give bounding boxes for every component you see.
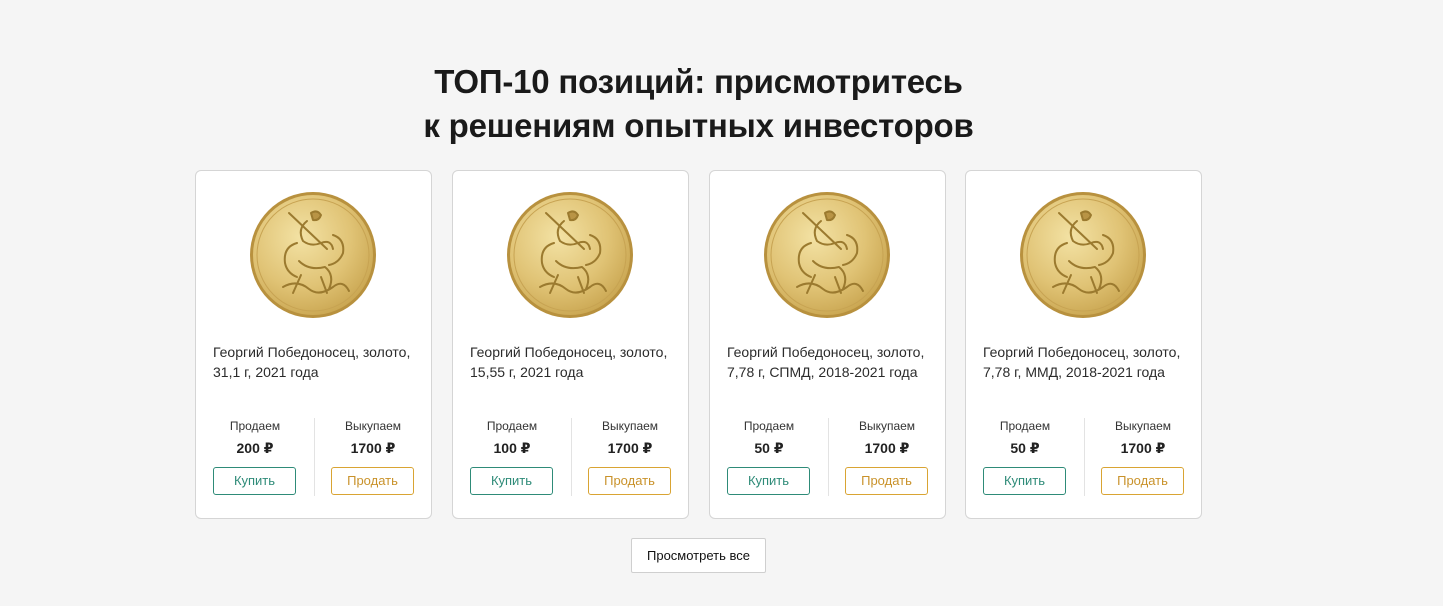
sell-price-label: Продаем [229, 419, 281, 433]
product-name[interactable]: Георгий Победоносец, золото, 7,78 г, СПМ… [727, 343, 932, 382]
buyback-price-value: 1700 ₽ [864, 440, 910, 456]
sell-price-label: Продаем [743, 419, 795, 433]
sell-price-label: Продаем [999, 419, 1051, 433]
sell-button[interactable]: Продать [588, 467, 671, 495]
gold-coin-icon[interactable] [1019, 191, 1147, 319]
sell-price-value: 50 ₽ [754, 440, 784, 456]
buyback-price-block: Выкупаем 1700 ₽ [314, 418, 432, 458]
buyback-price-label: Выкупаем [858, 419, 916, 433]
buyback-price-label: Выкупаем [601, 419, 659, 433]
buyback-price-label: Выкупаем [1114, 419, 1172, 433]
sell-price-block: Продаем 200 ₽ [196, 418, 314, 458]
gold-coin-icon[interactable] [763, 191, 891, 319]
sell-button[interactable]: Продать [1101, 467, 1184, 495]
product-name[interactable]: Георгий Победоносец, золото, 15,55 г, 20… [470, 343, 675, 382]
product-card[interactable]: Георгий Победоносец, золото, 31,1 г, 202… [195, 170, 432, 519]
buyback-price-value: 1700 ₽ [350, 440, 396, 456]
section-title: ТОП-10 позиций: присмотритесь к решениям… [0, 60, 1397, 148]
product-cards: Георгий Победоносец, золото, 31,1 г, 202… [195, 170, 1202, 519]
buy-button[interactable]: Купить [470, 467, 553, 495]
buy-button[interactable]: Купить [727, 467, 810, 495]
sell-price-block: Продаем 100 ₽ [453, 418, 571, 458]
gold-coin-icon[interactable] [506, 191, 634, 319]
product-card[interactable]: Георгий Победоносец, золото, 7,78 г, СПМ… [709, 170, 946, 519]
sell-button[interactable]: Продать [845, 467, 928, 495]
sell-price-block: Продаем 50 ₽ [710, 418, 828, 458]
gold-coin-icon[interactable] [249, 191, 377, 319]
sell-price-block: Продаем 50 ₽ [966, 418, 1084, 458]
product-name[interactable]: Георгий Победоносец, золото, 31,1 г, 202… [213, 343, 418, 382]
product-card[interactable]: Георгий Победоносец, золото, 15,55 г, 20… [452, 170, 689, 519]
buyback-price-block: Выкупаем 1700 ₽ [828, 418, 946, 458]
buyback-price-block: Выкупаем 1700 ₽ [1084, 418, 1202, 458]
buyback-price-label: Выкупаем [344, 419, 402, 433]
buyback-price-value: 1700 ₽ [607, 440, 653, 456]
section-title-line-1: ТОП-10 позиций: присмотритесь [434, 63, 963, 100]
view-all-button[interactable]: Просмотреть все [631, 538, 766, 573]
sell-price-value: 200 ₽ [236, 440, 274, 456]
sell-price-value: 100 ₽ [493, 440, 531, 456]
sell-button[interactable]: Продать [331, 467, 414, 495]
buy-button[interactable]: Купить [213, 467, 296, 495]
buyback-price-block: Выкупаем 1700 ₽ [571, 418, 689, 458]
product-card[interactable]: Георгий Победоносец, золото, 7,78 г, ММД… [965, 170, 1202, 519]
product-name[interactable]: Георгий Победоносец, золото, 7,78 г, ММД… [983, 343, 1188, 382]
sell-price-value: 50 ₽ [1010, 440, 1040, 456]
section-title-line-2: к решениям опытных инвесторов [423, 107, 974, 144]
sell-price-label: Продаем [486, 419, 538, 433]
buy-button[interactable]: Купить [983, 467, 1066, 495]
buyback-price-value: 1700 ₽ [1120, 440, 1166, 456]
